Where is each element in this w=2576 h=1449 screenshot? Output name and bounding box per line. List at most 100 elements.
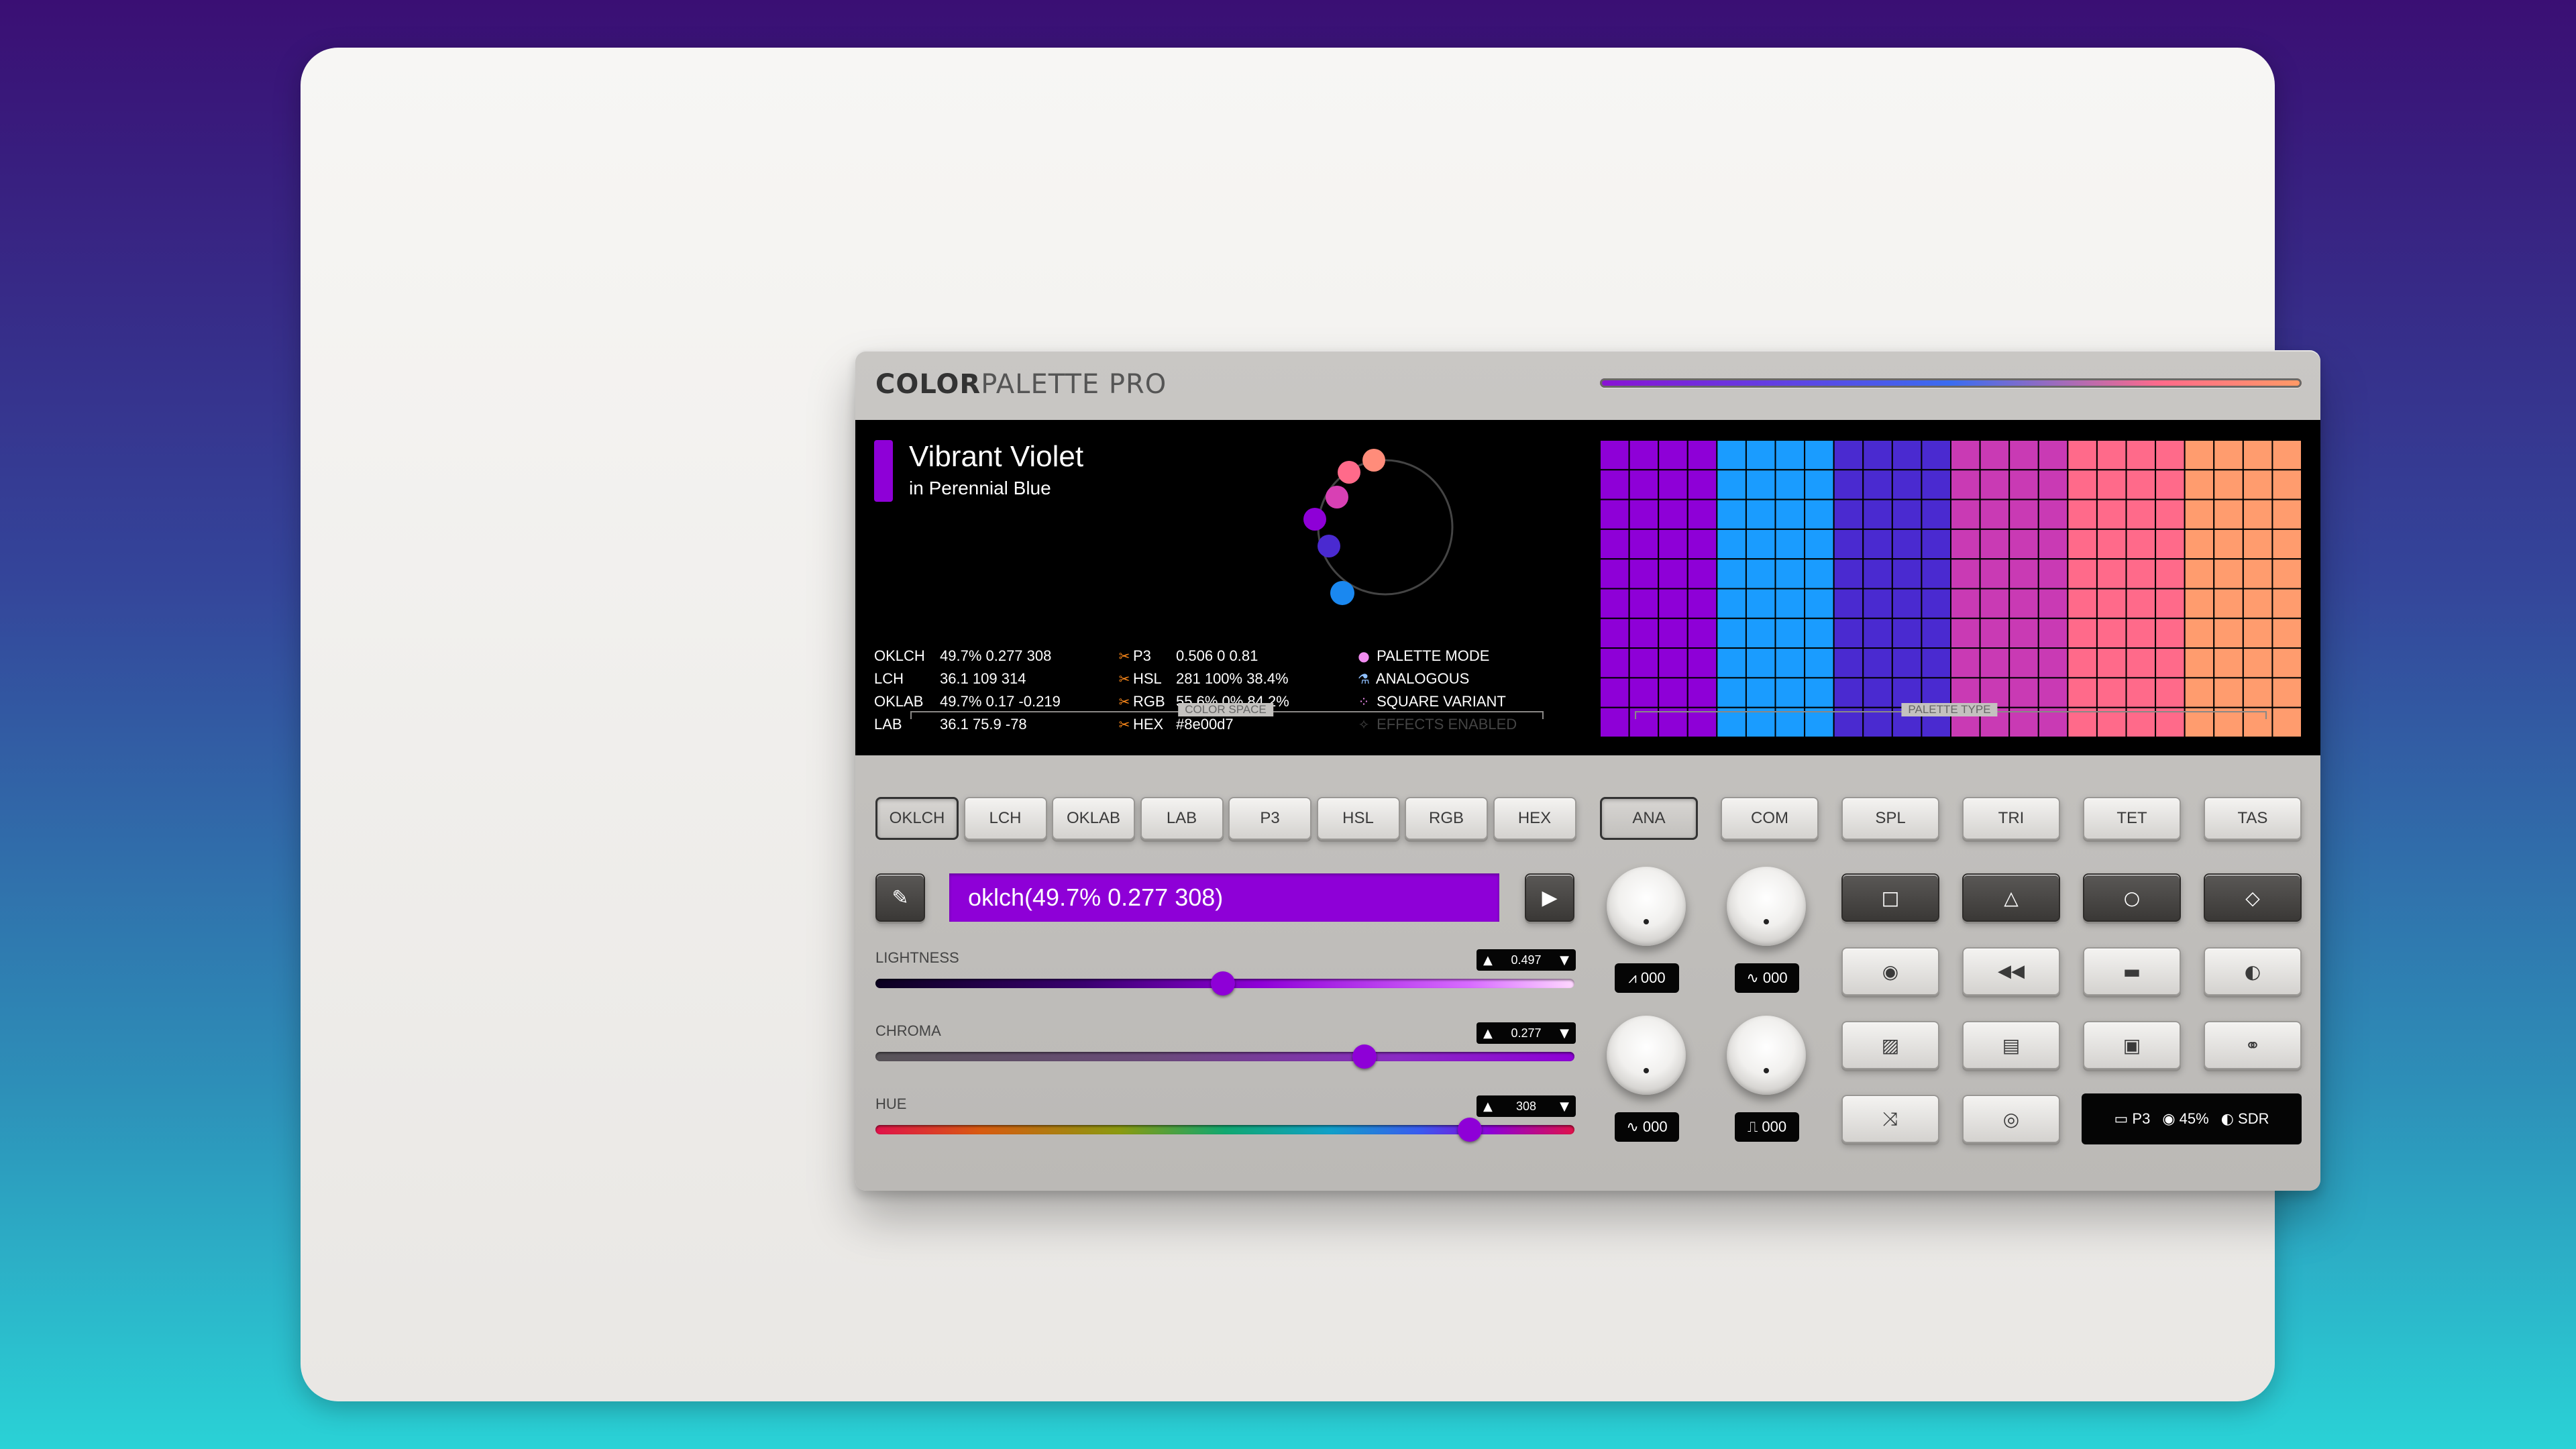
palette-cell[interactable] — [1979, 588, 2010, 619]
palette-cell[interactable] — [2037, 647, 2069, 679]
palette-cell[interactable] — [2242, 558, 2273, 590]
palette-cell[interactable] — [2184, 528, 2215, 560]
palette-cell[interactable] — [2125, 498, 2157, 530]
palette-cell[interactable] — [2037, 558, 2069, 590]
palette-cell[interactable] — [1833, 647, 1864, 679]
palette-cell[interactable] — [2125, 677, 2157, 708]
palette-cell[interactable] — [1979, 498, 2010, 530]
palette-cell[interactable] — [1600, 588, 1630, 619]
lightness-slider[interactable] — [875, 971, 1574, 996]
file-button[interactable]: ▤ — [1962, 1021, 2060, 1069]
palette-type-tet-button[interactable]: TET — [2083, 797, 2181, 840]
palette-cell[interactable] — [2067, 498, 2098, 530]
palette-cell[interactable] — [2213, 677, 2244, 708]
palette-cell[interactable] — [1686, 647, 1718, 679]
palette-cell[interactable] — [1686, 558, 1718, 590]
wheel-point[interactable] — [1318, 535, 1340, 557]
palette-cell[interactable] — [1686, 677, 1718, 708]
palette-cell[interactable] — [1716, 469, 1747, 500]
palette-cell[interactable] — [2037, 498, 2069, 530]
palette-cell[interactable] — [1833, 498, 1864, 530]
palette-cell[interactable] — [1891, 617, 1923, 649]
palette-cell[interactable] — [2067, 677, 2098, 708]
palette-cell[interactable] — [1600, 677, 1630, 708]
palette-cell[interactable] — [1950, 469, 1981, 500]
disc-button[interactable]: ◎ — [1962, 1095, 2060, 1143]
palette-cell[interactable] — [2096, 469, 2127, 500]
chroma-thumb[interactable] — [1352, 1044, 1377, 1069]
palette-cell[interactable] — [1658, 469, 1688, 500]
palette-cell[interactable] — [1921, 528, 1951, 560]
palette-cell[interactable] — [2096, 440, 2127, 471]
image-button[interactable]: ▨ — [1841, 1021, 1939, 1069]
palette-cell[interactable] — [1862, 498, 1893, 530]
contrast-button[interactable]: ◐ — [2204, 947, 2302, 996]
lightness-stepper[interactable]: ▲ 0.497 ▼ — [1477, 949, 1576, 971]
palette-cell[interactable] — [1921, 558, 1951, 590]
palette-cell[interactable] — [1950, 528, 1981, 560]
wheel-point[interactable] — [1330, 581, 1354, 605]
palette-cell[interactable] — [2125, 469, 2157, 500]
palette-cell[interactable] — [1862, 469, 1893, 500]
palette-cell[interactable] — [2008, 617, 2039, 649]
palette-cell[interactable] — [1833, 617, 1864, 649]
palette-cell[interactable] — [1686, 498, 1718, 530]
palette-cell[interactable] — [1600, 558, 1630, 590]
palette-cell[interactable] — [1862, 588, 1893, 619]
palette-cell[interactable] — [2184, 469, 2215, 500]
palette-cell[interactable] — [1891, 588, 1923, 619]
palette-cell[interactable] — [1891, 647, 1923, 679]
palette-cell[interactable] — [1774, 677, 1806, 708]
palette-cell[interactable] — [1658, 528, 1688, 560]
palette-cell[interactable] — [2037, 440, 2069, 471]
up-icon[interactable]: ▲ — [1483, 1099, 1493, 1114]
palette-cell[interactable] — [1979, 440, 2010, 471]
palette-cell[interactable] — [1745, 677, 1776, 708]
palette-type-com-button[interactable]: COM — [1721, 797, 1819, 840]
palette-cell[interactable] — [2155, 647, 2186, 679]
palette-cell[interactable] — [1628, 647, 1660, 679]
hue-stepper[interactable]: ▲ 308 ▼ — [1477, 1095, 1576, 1117]
palette-cell[interactable] — [2184, 440, 2215, 471]
palette-cell[interactable] — [2125, 617, 2157, 649]
palette-cell[interactable] — [1921, 617, 1951, 649]
palette-cell[interactable] — [1774, 469, 1806, 500]
palette-cell[interactable] — [1950, 558, 1981, 590]
palette-cell[interactable] — [2155, 558, 2186, 590]
knob-3[interactable] — [1607, 1016, 1686, 1095]
palette-cell[interactable] — [1628, 528, 1660, 560]
palette-cell[interactable] — [2067, 440, 2098, 471]
knob-4[interactable] — [1727, 1016, 1806, 1095]
palette-cell[interactable] — [2271, 440, 2302, 471]
palette-cell[interactable] — [1833, 528, 1864, 560]
palette-cell[interactable] — [1804, 440, 1835, 471]
palette-cell[interactable] — [1950, 440, 1981, 471]
palette-cell[interactable] — [1628, 617, 1660, 649]
palette-cell[interactable] — [1921, 440, 1951, 471]
palette-cell[interactable] — [1716, 558, 1747, 590]
palette-cell[interactable] — [1716, 588, 1747, 619]
palette-cell[interactable] — [2037, 677, 2069, 708]
play-button[interactable]: ▶ — [1525, 873, 1574, 922]
palette-cell[interactable] — [1600, 647, 1630, 679]
palette-cell[interactable] — [1804, 677, 1835, 708]
palette-cell[interactable] — [1628, 469, 1660, 500]
palette-cell[interactable] — [2242, 677, 2273, 708]
palette-cell[interactable] — [1628, 558, 1660, 590]
palette-cell[interactable] — [1804, 528, 1835, 560]
palette-cell[interactable] — [1804, 617, 1835, 649]
palette-cell[interactable] — [2242, 528, 2273, 560]
palette-cell[interactable] — [1658, 558, 1688, 590]
palette-cell[interactable] — [1804, 469, 1835, 500]
palette-cell[interactable] — [1716, 647, 1747, 679]
palette-cell[interactable] — [2067, 558, 2098, 590]
palette-cell[interactable] — [1979, 558, 2010, 590]
palette-cell[interactable] — [2271, 617, 2302, 649]
palette-cell[interactable] — [2155, 440, 2186, 471]
palette-cell[interactable] — [1862, 647, 1893, 679]
palette-cell[interactable] — [1628, 677, 1660, 708]
palette-cell[interactable] — [2155, 677, 2186, 708]
palette-cell[interactable] — [2096, 677, 2127, 708]
circle-shape-button[interactable]: ○ — [2083, 873, 2181, 922]
palette-cell[interactable] — [2184, 677, 2215, 708]
